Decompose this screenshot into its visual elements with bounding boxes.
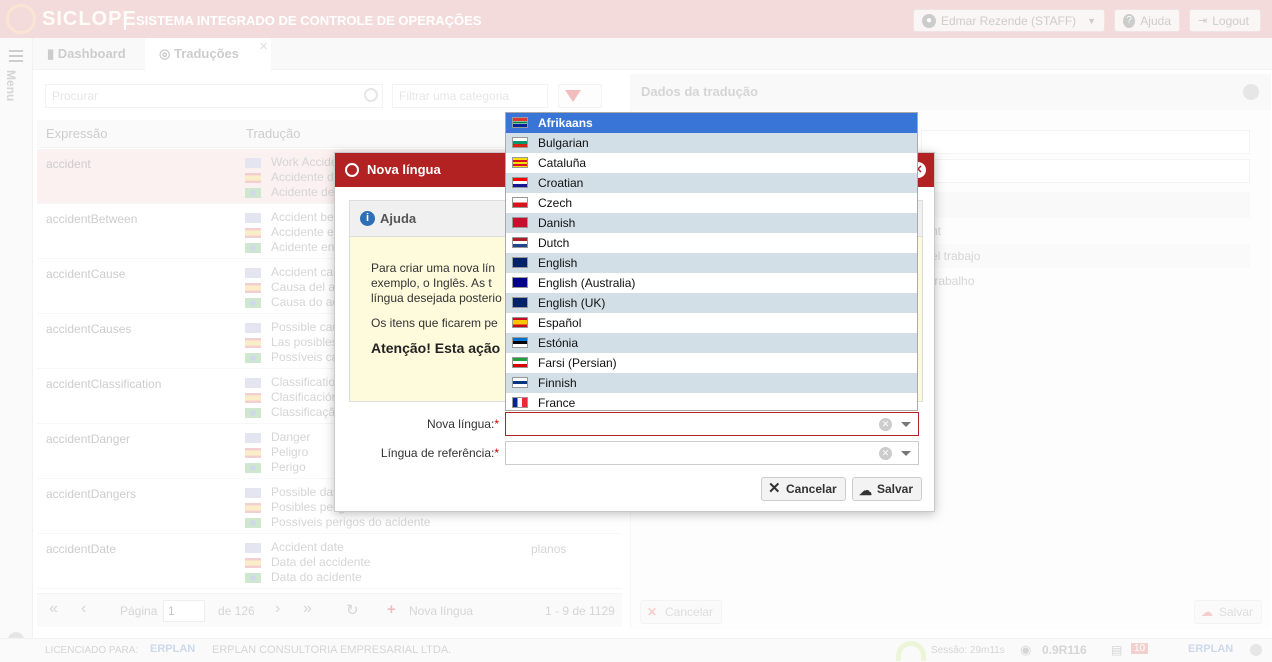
flag-nl-icon: [512, 237, 528, 248]
flag-es-icon: [512, 317, 528, 328]
language-option-label: Estónia: [538, 336, 579, 350]
flag-ee-icon: [512, 337, 528, 348]
flag-cz-icon: [512, 197, 528, 208]
language-option[interactable]: Danish: [506, 213, 917, 233]
flag-ir-icon: [512, 357, 528, 368]
flag-fi-icon: [512, 377, 528, 388]
reference-language-select[interactable]: ✕: [505, 441, 919, 465]
reference-language-label: Língua de referência:*: [339, 446, 499, 460]
language-option[interactable]: Finnish: [506, 373, 917, 393]
language-option[interactable]: Croatian: [506, 173, 917, 193]
chevron-down-icon[interactable]: [901, 451, 911, 456]
cloud-upload-icon: ☁: [859, 483, 872, 498]
language-option-label: Español: [538, 316, 582, 330]
dialog-cancel-button[interactable]: ✕ Cancelar: [761, 477, 846, 501]
flag-gb-icon: [512, 257, 528, 268]
close-icon: ✕: [768, 480, 781, 497]
language-option-label: Czech: [538, 196, 573, 210]
language-option-label: Bulgarian: [538, 136, 589, 150]
language-option[interactable]: Estónia: [506, 333, 917, 353]
language-option-label: Dutch: [538, 236, 570, 250]
required-mark: *: [494, 446, 499, 460]
language-option[interactable]: English (UK): [506, 293, 917, 313]
language-option[interactable]: Czech: [506, 193, 917, 213]
language-dropdown-list[interactable]: Afrikaans Bulgarian Cataluña Croatian Czech D…: [505, 112, 918, 411]
language-option[interactable]: France: [506, 393, 917, 410]
language-option-label: Finnish: [538, 376, 577, 390]
clear-icon[interactable]: ✕: [879, 418, 892, 431]
language-option[interactable]: Español: [506, 313, 917, 333]
language-option[interactable]: Afrikaans: [506, 113, 917, 133]
dialog-save-label: Salvar: [877, 482, 914, 496]
clear-icon[interactable]: ✕: [879, 447, 892, 460]
language-option-label: Croatian: [538, 176, 584, 190]
chevron-down-icon[interactable]: [901, 422, 911, 427]
globe-icon: [345, 163, 359, 177]
new-language-label-text: Nova língua:: [426, 417, 495, 431]
flag-dk-icon: [512, 217, 528, 228]
language-option[interactable]: Farsi (Persian): [506, 353, 917, 373]
flag-fr-icon: [512, 397, 528, 408]
required-mark: *: [494, 417, 499, 431]
dialog-title: Nova língua: [367, 162, 441, 177]
info-icon: i: [360, 211, 375, 226]
language-option-label: Farsi (Persian): [538, 356, 617, 370]
reference-language-label-text: Língua de referência:: [380, 446, 495, 460]
flag-gb-icon: [512, 297, 528, 308]
language-option-label: France: [538, 396, 576, 410]
language-option-label: Afrikaans: [538, 116, 593, 130]
help-panel-title: Ajuda: [380, 211, 417, 226]
language-option[interactable]: Bulgarian: [506, 133, 917, 153]
language-option-label: English (UK): [538, 296, 606, 310]
language-option-label: English: [538, 256, 578, 270]
dialog-save-button[interactable]: ☁ Salvar: [852, 477, 923, 501]
language-option[interactable]: English (Australia): [506, 273, 917, 293]
flag-hr-icon: [512, 177, 528, 188]
language-option[interactable]: Cataluña: [506, 153, 917, 173]
flag-za-icon: [512, 117, 528, 128]
language-option-label: Danish: [538, 216, 576, 230]
flag-bg-icon: [512, 137, 528, 148]
dialog-cancel-label: Cancelar: [786, 482, 837, 496]
flag-ct-icon: [512, 157, 528, 168]
new-language-select[interactable]: ✕: [505, 412, 919, 436]
language-option[interactable]: Dutch: [506, 233, 917, 253]
flag-au-icon: [512, 277, 528, 288]
new-language-label: Nova língua:*: [339, 417, 499, 431]
language-option-label: English (Australia): [538, 276, 636, 290]
language-option[interactable]: English: [506, 253, 917, 273]
language-option-label: Cataluña: [538, 156, 587, 170]
